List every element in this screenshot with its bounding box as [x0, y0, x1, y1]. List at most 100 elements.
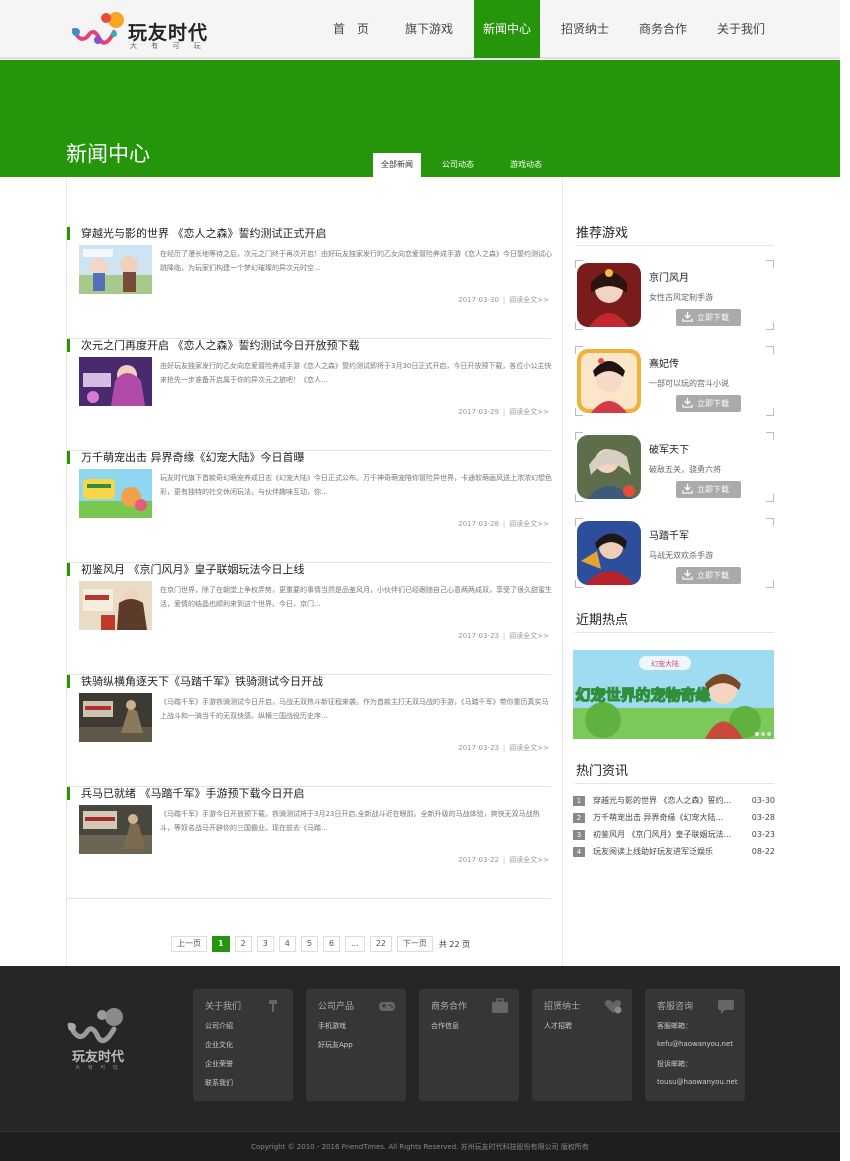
article-date: 2017-03-23	[458, 744, 499, 752]
complaint-email-label: 投诉邮箱：	[657, 1060, 692, 1068]
page-button-2[interactable]: 2	[234, 936, 252, 952]
hot-news-item[interactable]: 3 初鉴风月 《京门风月》皇子联姻玩法... 03-23	[573, 826, 775, 843]
article-meta: 2017-03-29 | 阅读全文>>	[458, 408, 549, 416]
tab-game-news[interactable]: 游戏动态	[495, 153, 557, 177]
article-title[interactable]: 穿越光与影的世界 《恋人之森》誓约测试正式开启	[67, 227, 327, 240]
article-title[interactable]: 万千萌宠出击 异界奇缘《幻宠大陆》今日首曝	[67, 451, 305, 464]
page-button-22[interactable]: 22	[369, 936, 392, 952]
game-icon[interactable]	[577, 521, 641, 585]
article-item: 万千萌宠出击 异界奇缘《幻宠大陆》今日首曝 玩友时代旗下首款奇幻萌宠养成日志《幻…	[67, 451, 552, 563]
hot-news-item[interactable]: 1 穿越光与影的世界 《恋人之森》誓约... 03-30	[573, 792, 775, 809]
footer-link[interactable]: 联系我们	[205, 1078, 233, 1088]
next-page-button[interactable]: 下一页	[396, 936, 433, 952]
article-thumbnail[interactable]	[79, 805, 152, 854]
download-button[interactable]: 立即下载	[676, 309, 741, 326]
footer-col-title: 公司产品	[318, 1002, 355, 1012]
support-email-label: 客服邮箱：	[657, 1022, 692, 1030]
article-summary: 《马踏千军》手游今日开放预下载，铁骑测试将于3月23日开启,全新战斗近在眼前。全…	[160, 810, 540, 832]
read-more-link[interactable]: 阅读全文>>	[509, 296, 549, 304]
article-thumbnail[interactable]	[79, 469, 152, 518]
hot-news-item[interactable]: 2 万千萌宠出击 异界奇缘《幻宠大陆... 03-28	[573, 809, 775, 826]
nav-business[interactable]: 商务合作	[624, 0, 702, 58]
footer-link[interactable]: 人才招聘	[544, 1021, 572, 1031]
support-email-link[interactable]: kefu@haowanyou.net	[657, 1040, 733, 1048]
article-summary: 《马踏千军》手游铁骑测试今日开启，马战无双热斗新征程来袭。作为首款主打无双马战的…	[160, 698, 549, 720]
footer-link[interactable]: 手机游戏	[318, 1021, 346, 1031]
download-button[interactable]: 立即下载	[676, 567, 741, 584]
download-button[interactable]: 立即下载	[676, 395, 741, 412]
article-summary: 玩友时代旗下首款奇幻萌宠养成日志《幻宠大陆》今日正式公布。万千神奇萌宠陪你冒险异…	[160, 474, 552, 496]
article-thumbnail[interactable]	[79, 245, 152, 294]
game-name[interactable]: 马踏千军	[649, 527, 689, 542]
footer-col-title: 客服咨询	[657, 1002, 694, 1012]
tab-all-news[interactable]: 全部新闻	[373, 153, 421, 177]
hot-news-item[interactable]: 4 玩友阅读上线助好玩友进军泛娱乐 08-22	[573, 843, 775, 860]
article-thumbnail[interactable]	[79, 357, 152, 406]
page-total: 共 22 页	[438, 939, 471, 949]
brand-logo[interactable]: 玩友时代 大 有 可 玩	[70, 10, 210, 50]
footer-col-about: 关于我们 公司介绍 企业文化 企业荣誉 联系我们	[193, 989, 293, 1101]
nav-careers[interactable]: 招贤纳士	[546, 0, 624, 58]
news-category-tabs: 全部新闻 公司动态 游戏动态	[373, 153, 563, 177]
footer-link[interactable]: 企业荣誉	[205, 1059, 233, 1069]
article-summary: 在经历了漫长地等待之后，次元之门终于再次开启！由好玩友独家发行的乙女向恋爱冒险养…	[160, 250, 552, 272]
page-button-1[interactable]: 1	[212, 936, 230, 952]
game-icon[interactable]	[577, 349, 641, 413]
game-name[interactable]: 京门风月	[649, 269, 689, 284]
hot-news-title[interactable]: 万千萌宠出击 异界奇缘《幻宠大陆...	[593, 812, 743, 823]
game-icon[interactable]	[577, 435, 641, 499]
game-name[interactable]: 破军天下	[649, 441, 689, 456]
read-more-link[interactable]: 阅读全文>>	[509, 520, 549, 528]
page-button-4[interactable]: 4	[278, 936, 296, 952]
footer-brand-slogan: 大 有 可 玩	[75, 1064, 121, 1071]
article-list: 穿越光与影的世界 《恋人之森》誓约测试正式开启 在经历了漫长地等待之后，次元之门…	[66, 177, 563, 966]
article-meta: 2017-03-28 | 阅读全文>>	[458, 520, 549, 528]
article-thumbnail[interactable]	[79, 581, 152, 630]
hot-news-title[interactable]: 初鉴风月 《京门风月》皇子联姻玩法...	[593, 829, 743, 840]
footer-logo[interactable]: 玩友时代 大 有 可 玩	[64, 1001, 134, 1071]
article-thumbnail[interactable]	[79, 693, 152, 742]
download-icon	[682, 397, 693, 408]
footer-link[interactable]: 好玩友App	[318, 1040, 353, 1050]
article-title[interactable]: 铁骑纵横角逐天下《马踏千军》铁骑测试今日开战	[67, 675, 323, 688]
game-icon[interactable]	[577, 263, 641, 327]
article-title[interactable]: 兵马已就绪 《马踏千军》手游预下载今日开启	[67, 787, 305, 800]
page-ellipsis: ...	[345, 936, 365, 952]
read-more-link[interactable]: 阅读全文>>	[509, 856, 549, 864]
page-button-5[interactable]: 5	[300, 936, 318, 952]
page-banner: 新闻中心 全部新闻 公司动态 游戏动态	[0, 60, 840, 177]
page-button-3[interactable]: 3	[256, 936, 274, 952]
recommended-game-card: 熹妃传 一部可以玩的宫斗小说 立即下载	[575, 346, 774, 416]
read-more-link[interactable]: 阅读全文>>	[509, 408, 549, 416]
nav-about[interactable]: 关于我们	[702, 0, 780, 58]
rank-badge: 2	[573, 812, 585, 823]
nav-news[interactable]: 新闻中心	[474, 0, 540, 58]
read-more-link[interactable]: 阅读全文>>	[509, 632, 549, 640]
copyright: Copyright © 2010 - 2016 FriendTimes. All…	[0, 1131, 840, 1161]
gamepad-icon	[379, 1002, 395, 1011]
hot-news-title[interactable]: 玩友阅读上线助好玩友进军泛娱乐	[593, 846, 743, 857]
prev-page-button[interactable]: 上一页	[171, 936, 207, 952]
footer-brand-name: 玩友时代	[72, 1049, 124, 1065]
footer-link[interactable]: 合作信息	[431, 1021, 459, 1031]
site-footer: 玩友时代 大 有 可 玩 关于我们 公司介绍 企业文化 企业荣誉 联系我们 公司…	[0, 966, 840, 1131]
article-title[interactable]: 初鉴风月 《京门风月》皇子联姻玩法今日上线	[67, 563, 305, 576]
article-date: 2017-03-22	[458, 856, 499, 864]
nav-games[interactable]: 旗下游戏	[390, 0, 468, 58]
tab-company-news[interactable]: 公司动态	[427, 153, 489, 177]
hot-news-title[interactable]: 穿越光与影的世界 《恋人之森》誓约...	[593, 795, 743, 806]
game-name[interactable]: 熹妃传	[649, 355, 679, 370]
article-title[interactable]: 次元之门再度开启 《恋人之森》誓约测试今日开放预下载	[67, 339, 360, 352]
hot-news-list: 1 穿越光与影的世界 《恋人之森》誓约... 03-30 2 万千萌宠出击 异界奇缘《…	[573, 792, 775, 860]
page-button-6[interactable]: 6	[322, 936, 341, 952]
rank-badge: 4	[573, 846, 585, 857]
download-button[interactable]: 立即下载	[676, 481, 741, 498]
article-summary: 在京门世界，除了在朝堂上争权弄势，更重要的事情当然是品鉴风月，小伙伴们已经跟随自…	[160, 586, 552, 608]
hot-topic-banner[interactable]: 幻宠大陆 幻宠世界的宠物奇缘	[573, 650, 774, 739]
footer-link[interactable]: 企业文化	[205, 1040, 233, 1050]
read-more-link[interactable]: 阅读全文>>	[509, 744, 549, 752]
complaint-email-link[interactable]: tousu@haowanyou.net	[657, 1078, 738, 1086]
article-meta: 2017-03-30 | 阅读全文>>	[458, 296, 549, 304]
nav-home[interactable]: 首 页	[312, 0, 390, 58]
footer-link[interactable]: 公司介绍	[205, 1021, 233, 1031]
